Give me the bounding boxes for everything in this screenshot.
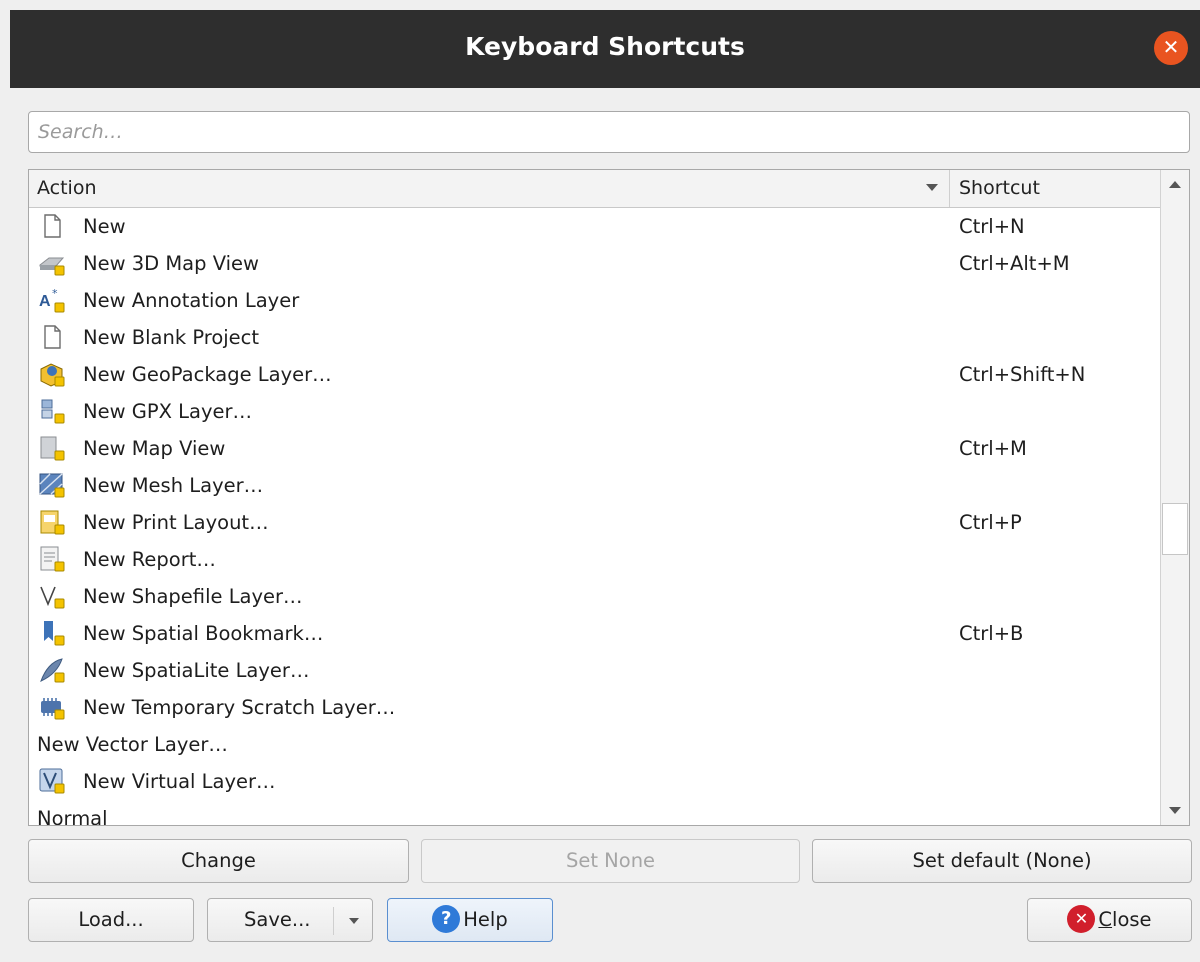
table-row[interactable]: A * New Annotation Layer <box>29 282 1162 319</box>
geopackage-icon <box>38 360 66 388</box>
action-label: Normal <box>37 807 108 826</box>
column-separator <box>949 170 950 207</box>
set-default-button[interactable]: Set default (None) <box>812 839 1192 883</box>
vertical-scrollbar[interactable] <box>1160 170 1189 825</box>
shapefile-icon <box>38 582 66 610</box>
annotation-layer-icon: A * <box>38 286 66 314</box>
report-icon <box>38 545 66 573</box>
scroll-thumb[interactable] <box>1162 503 1188 555</box>
virtual-layer-icon <box>38 767 66 795</box>
table-row[interactable]: New 3D Map View Ctrl+Alt+M <box>29 245 1162 282</box>
column-header-shortcut[interactable]: Shortcut <box>959 170 1040 207</box>
table-row[interactable]: New Map View Ctrl+M <box>29 430 1162 467</box>
action-label: New Temporary Scratch Layer… <box>83 696 396 719</box>
scratch-layer-icon <box>38 693 66 721</box>
help-button-label: Help <box>463 908 508 931</box>
table-row[interactable]: New Print Layout… Ctrl+P <box>29 504 1162 541</box>
save-split-divider <box>333 907 334 935</box>
print-layout-icon <box>38 508 66 536</box>
shortcut-value: Ctrl+B <box>959 622 1024 645</box>
document-icon <box>38 323 66 351</box>
table-header: Action Shortcut <box>29 170 1162 208</box>
table-row[interactable]: New Shapefile Layer… <box>29 578 1162 615</box>
mesh-layer-icon <box>38 471 66 499</box>
table-body: New Ctrl+N New 3D Map View Ctrl+Alt+M A * New … <box>29 208 1162 826</box>
action-label: New <box>83 215 126 238</box>
svg-text:A: A <box>39 293 51 310</box>
action-label: New Mesh Layer… <box>83 474 264 497</box>
sort-indicator-icon <box>926 184 938 191</box>
close-button-mnemonic: C <box>1098 908 1113 931</box>
action-label: New Virtual Layer… <box>83 770 276 793</box>
close-icon: ✕ <box>1067 904 1096 933</box>
change-button[interactable]: Change <box>28 839 409 883</box>
map-view-icon <box>38 434 66 462</box>
set-none-button[interactable]: Set None <box>421 839 800 883</box>
table-row[interactable]: New Mesh Layer… <box>29 467 1162 504</box>
gpx-layer-icon <box>38 397 66 425</box>
table-row[interactable]: New Blank Project <box>29 319 1162 356</box>
shortcut-value: Ctrl+Shift+N <box>959 363 1086 386</box>
column-header-action[interactable]: Action <box>37 170 949 207</box>
table-row[interactable]: New GeoPackage Layer… Ctrl+Shift+N <box>29 356 1162 393</box>
table-row[interactable]: New SpatiaLite Layer… <box>29 652 1162 689</box>
action-label: New GeoPackage Layer… <box>83 363 332 386</box>
window-title: Keyboard Shortcuts <box>465 32 745 61</box>
svg-text:*: * <box>52 287 58 300</box>
table-row[interactable]: Normal <box>29 800 1162 826</box>
table-row[interactable]: New Ctrl+N <box>29 208 1162 245</box>
table-row[interactable]: New Temporary Scratch Layer… <box>29 689 1162 726</box>
shortcut-value: Ctrl+N <box>959 215 1025 238</box>
close-button-label: lose <box>1112 908 1152 931</box>
search-input[interactable] <box>28 111 1190 153</box>
action-label: New 3D Map View <box>83 252 259 275</box>
action-label: New Annotation Layer <box>83 289 300 312</box>
3d-map-view-icon <box>38 249 66 277</box>
shortcut-value: Ctrl+P <box>959 511 1022 534</box>
load-button[interactable]: Load... <box>28 898 194 942</box>
table-row[interactable]: New Vector Layer… <box>29 726 1162 763</box>
close-button[interactable]: ✕ Close <box>1027 898 1192 942</box>
spatialite-icon <box>38 656 66 684</box>
shortcuts-table: Action Shortcut New Ctrl+N New 3D Map View… <box>28 169 1190 826</box>
action-label: New Vector Layer… <box>37 733 228 756</box>
action-label: New GPX Layer… <box>83 400 253 423</box>
action-label: New Report… <box>83 548 216 571</box>
scroll-up-icon[interactable] <box>1169 181 1181 188</box>
table-row[interactable]: New Report… <box>29 541 1162 578</box>
scroll-down-icon[interactable] <box>1169 807 1181 814</box>
table-row[interactable]: New Virtual Layer… <box>29 763 1162 800</box>
document-icon <box>38 212 66 240</box>
action-label: New Spatial Bookmark… <box>83 622 324 645</box>
action-label: New Print Layout… <box>83 511 269 534</box>
bookmark-icon <box>38 619 66 647</box>
table-row[interactable]: New Spatial Bookmark… Ctrl+B <box>29 615 1162 652</box>
action-label: New Map View <box>83 437 226 460</box>
action-label: New Blank Project <box>83 326 260 349</box>
save-button-label: Save... <box>244 908 311 931</box>
chevron-down-icon[interactable] <box>349 918 359 924</box>
close-window-icon[interactable]: ✕ <box>1154 31 1188 65</box>
action-label: New SpatiaLite Layer… <box>83 659 310 682</box>
shortcut-value: Ctrl+Alt+M <box>959 252 1070 275</box>
table-row[interactable]: New GPX Layer… <box>29 393 1162 430</box>
shortcut-value: Ctrl+M <box>959 437 1027 460</box>
title-bar: Keyboard Shortcuts ✕ <box>10 10 1200 88</box>
help-icon: ? <box>432 904 461 933</box>
save-button[interactable]: Save... <box>207 898 373 942</box>
action-label: New Shapefile Layer… <box>83 585 303 608</box>
help-button[interactable]: ? Help <box>387 898 553 942</box>
